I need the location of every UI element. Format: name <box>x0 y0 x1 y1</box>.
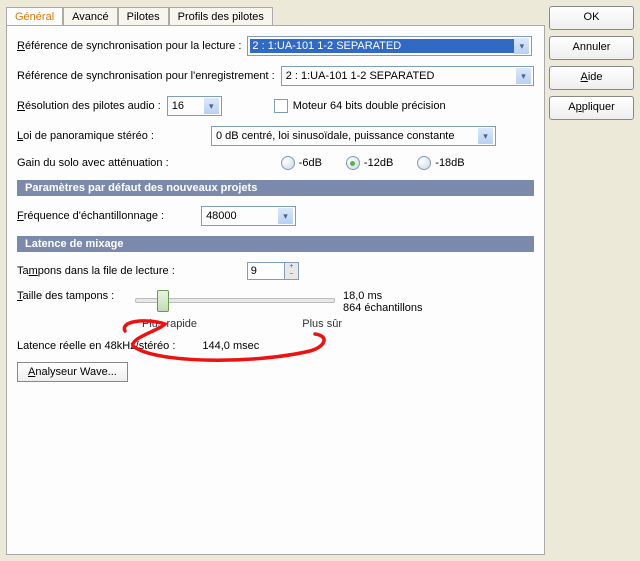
playback-buffers-spinner[interactable]: +− <box>247 262 299 280</box>
slider-fast-label: Plus rapide <box>142 318 197 330</box>
playback-buffers-label: Tampons dans la file de lecture : <box>17 265 175 277</box>
dropdown-arrow-icon: ▾ <box>478 128 493 144</box>
pan-law-select[interactable]: 0 dB centré, loi sinusoïdale, puissance … <box>211 126 496 146</box>
tab-strip: Général Avancé Pilotes Profils des pilot… <box>6 6 545 25</box>
playback-sync-ref-select[interactable]: 2 : 1:UA-101 1-2 SEPARATED ▾ <box>247 36 532 56</box>
driver-resolution-value: 16 <box>170 100 204 112</box>
slider-thumb-icon[interactable] <box>157 290 169 312</box>
spinner-down-icon[interactable]: − <box>285 271 298 279</box>
record-sync-ref-value: 2 : 1:UA-101 1-2 SEPARATED <box>284 70 516 82</box>
cancel-button[interactable]: Annuler <box>549 36 634 60</box>
dropdown-arrow-icon: ▾ <box>516 68 531 84</box>
section-new-project-defaults: Paramètres par défaut des nouveaux proje… <box>17 180 534 196</box>
latency-ms: 18,0 ms <box>343 290 423 302</box>
apply-button[interactable]: Appliquer <box>549 96 634 120</box>
dropdown-arrow-icon: ▾ <box>514 38 529 54</box>
help-button[interactable]: Aide <box>549 66 634 90</box>
solo-gain-radio-12db[interactable]: -12dB <box>346 156 393 170</box>
buffer-size-slider[interactable] <box>135 290 335 310</box>
sample-rate-select[interactable]: 48000 ▾ <box>201 206 296 226</box>
buffer-size-label: Taille des tampons : <box>17 290 127 302</box>
section-mix-latency: Latence de mixage <box>17 236 534 252</box>
solo-gain-radio-18db[interactable]: -18dB <box>417 156 464 170</box>
solo-gain-label: Gain du solo avec atténuation : <box>17 157 169 169</box>
engine-64bit-checkbox[interactable] <box>274 99 288 113</box>
radio-label: -18dB <box>435 157 464 169</box>
driver-resolution-label: Résolution des pilotes audio : <box>17 100 161 112</box>
engine-64bit-label: Moteur 64 bits double précision <box>293 100 446 112</box>
sample-rate-value: 48000 <box>204 210 278 222</box>
dropdown-arrow-icon: ▾ <box>278 208 293 224</box>
radio-label: -12dB <box>364 157 393 169</box>
record-sync-ref-label: Référence de synchronisation pour l'enre… <box>17 70 275 82</box>
tab-drivers[interactable]: Pilotes <box>118 7 169 26</box>
radio-label: -6dB <box>299 157 322 169</box>
sample-rate-label: Fréquence d'échantillonnage : <box>17 210 164 222</box>
driver-resolution-select[interactable]: 16 ▾ <box>167 96 222 116</box>
playback-sync-ref-value: 2 : 1:UA-101 1-2 SEPARATED <box>250 39 514 53</box>
latency-samples: 864 échantillons <box>343 302 423 314</box>
pan-law-value: 0 dB centré, loi sinusoïdale, puissance … <box>214 130 478 142</box>
record-sync-ref-select[interactable]: 2 : 1:UA-101 1-2 SEPARATED ▾ <box>281 66 534 86</box>
radio-icon <box>346 156 360 170</box>
tab-driver-profiles[interactable]: Profils des pilotes <box>169 7 273 26</box>
ok-button[interactable]: OK <box>549 6 634 30</box>
buffer-size-readout: 18,0 ms 864 échantillons <box>343 290 423 314</box>
solo-gain-radio-6db[interactable]: -6dB <box>281 156 322 170</box>
tab-advanced[interactable]: Avancé <box>63 7 118 26</box>
wave-analyzer-button[interactable]: Analyseur Wave... <box>17 362 128 382</box>
real-latency-value: 144,0 msec <box>202 340 259 352</box>
playback-sync-ref-label: Référence de synchronisation pour la lec… <box>17 40 241 52</box>
general-panel: Référence de synchronisation pour la lec… <box>6 25 545 555</box>
tab-general[interactable]: Général <box>6 7 63 26</box>
radio-icon <box>417 156 431 170</box>
pan-law-label: Loi de panoramique stéréo : <box>17 130 154 142</box>
slider-safe-label: Plus sûr <box>302 318 342 330</box>
playback-buffers-input[interactable] <box>247 262 285 280</box>
real-latency-label: Latence réelle en 48kHz/stéréo : <box>17 340 175 352</box>
spinner-up-icon[interactable]: + <box>285 263 298 271</box>
dropdown-arrow-icon: ▾ <box>204 98 219 114</box>
radio-icon <box>281 156 295 170</box>
